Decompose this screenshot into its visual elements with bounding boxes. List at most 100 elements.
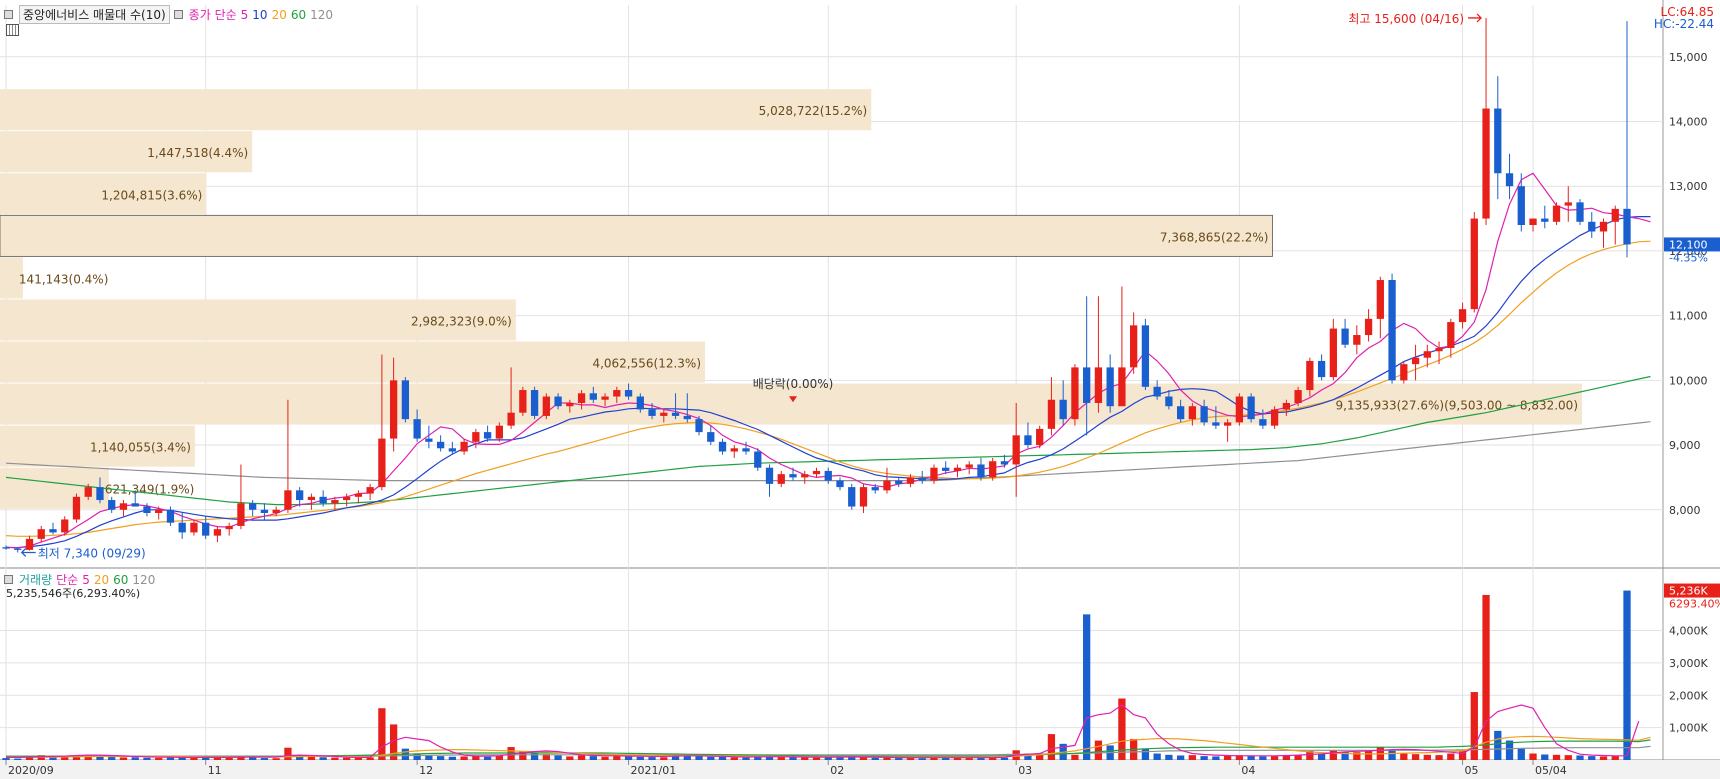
candle-body [730,448,738,452]
current-volume-label: 5,236K [1669,585,1708,598]
volume-bar [1000,757,1009,760]
volume-bar [155,757,163,760]
volume-bar [895,758,903,760]
volume-bar [648,757,656,760]
candle-body [225,525,233,530]
current-volume-pct-label: 6293.40% [1669,598,1720,611]
volume-bar [730,757,738,760]
volume-bar [554,755,562,760]
candle-body [260,509,269,513]
candle-body [1188,406,1197,420]
volume-bar [1552,754,1561,760]
candle-body [695,419,703,433]
candle-body [824,470,832,481]
volume-bar [14,758,22,760]
volume-profile-label: 7,368,865(22.2%) [1160,230,1269,244]
candle-body [801,474,809,478]
candle-body [1165,396,1173,407]
candle-body [389,380,398,439]
price-tick-label: 13,000 [1669,180,1708,193]
volume-bar [836,757,844,760]
candle-body [143,506,151,513]
volume-bar [636,756,644,760]
candle-body [1423,351,1431,358]
volume-bar [1494,730,1502,760]
volume-toggle-icon[interactable] [4,575,13,584]
candle-body [249,503,257,510]
ma10-label: 10 [252,7,268,22]
candle-body [777,474,785,484]
candle-body [1353,335,1361,345]
ma20-label: 20 [271,7,287,22]
volume-profile-label: 5,028,722(15.2%) [759,104,868,118]
candle-body [1388,280,1396,381]
candle-body [906,477,915,484]
candle-body [190,522,198,533]
volume-bar [1094,740,1103,760]
candle-body [284,490,292,510]
ma5-label: 5 [240,7,249,22]
candle-body [1494,108,1502,174]
volume-bar [354,757,363,760]
volume-bar [483,756,492,760]
volume-profile-label: 1,447,518(4.4%) [147,146,248,160]
chart-canvas[interactable]: 15,00014,00013,00012,00011,00010,0009,00… [0,0,1720,779]
candle-body [1400,364,1408,381]
volume-bar [1588,756,1596,760]
price-tick-label: 14,000 [1669,115,1708,128]
volume-bar [1153,753,1161,760]
volume-profile-bar [0,89,872,131]
volume-bar [108,757,116,760]
candle-body [460,441,468,452]
candle-body [942,467,950,471]
candle-body [671,412,680,416]
volume-bar [331,757,339,760]
volume-bar [1599,756,1608,760]
candle-body [1470,218,1478,310]
volume-bar [1423,754,1431,760]
volume-bar [448,756,457,760]
volume-bar [789,757,797,760]
candle-body [1047,399,1056,429]
volume-bar [1259,756,1267,760]
candle-body [1552,205,1561,222]
candle-body [84,487,92,497]
low-annotation: 최저 7,340 (09/29) [38,546,146,560]
candle-body [1153,386,1161,397]
volume-bar [1388,749,1396,760]
candle-body [1541,218,1549,222]
candle-body [436,441,445,449]
x-tick-label: 05 [1465,764,1479,777]
candle-body [918,477,926,481]
current-change-label: -4.35% [1669,251,1708,264]
candle-body [96,487,104,501]
candle-body [1447,322,1455,348]
candle-body [1176,406,1185,420]
price-tick-label: 10,000 [1669,374,1708,387]
legend-toggle-icon[interactable] [4,10,13,19]
candle-body [953,467,962,471]
volume-bar [2,758,10,760]
x-tick-label: 03 [1018,764,1032,777]
candle-body [425,438,433,442]
ma-toggle-icon[interactable] [173,10,183,19]
x-tick-label: 04 [1241,764,1255,777]
ma-label: 종가 단순 [188,8,237,22]
volume-bar [1611,756,1619,760]
volume-bar [436,756,445,760]
volume-bar [249,757,257,760]
volume-bar [307,756,316,760]
candle-body [1364,318,1373,336]
candle-body [836,480,844,488]
candle-body [1376,280,1384,319]
candle-body [378,438,386,488]
candle-body [366,487,374,494]
volume-bar [801,757,809,760]
candle-body [848,487,856,507]
candle-body [542,396,550,416]
volume-bar [1400,753,1408,760]
table-icon[interactable] [6,24,19,36]
chart-title[interactable]: 중앙에너비스 매물대 수(10) [19,5,170,24]
candle-body [1588,221,1596,232]
volume-bar [589,756,597,760]
